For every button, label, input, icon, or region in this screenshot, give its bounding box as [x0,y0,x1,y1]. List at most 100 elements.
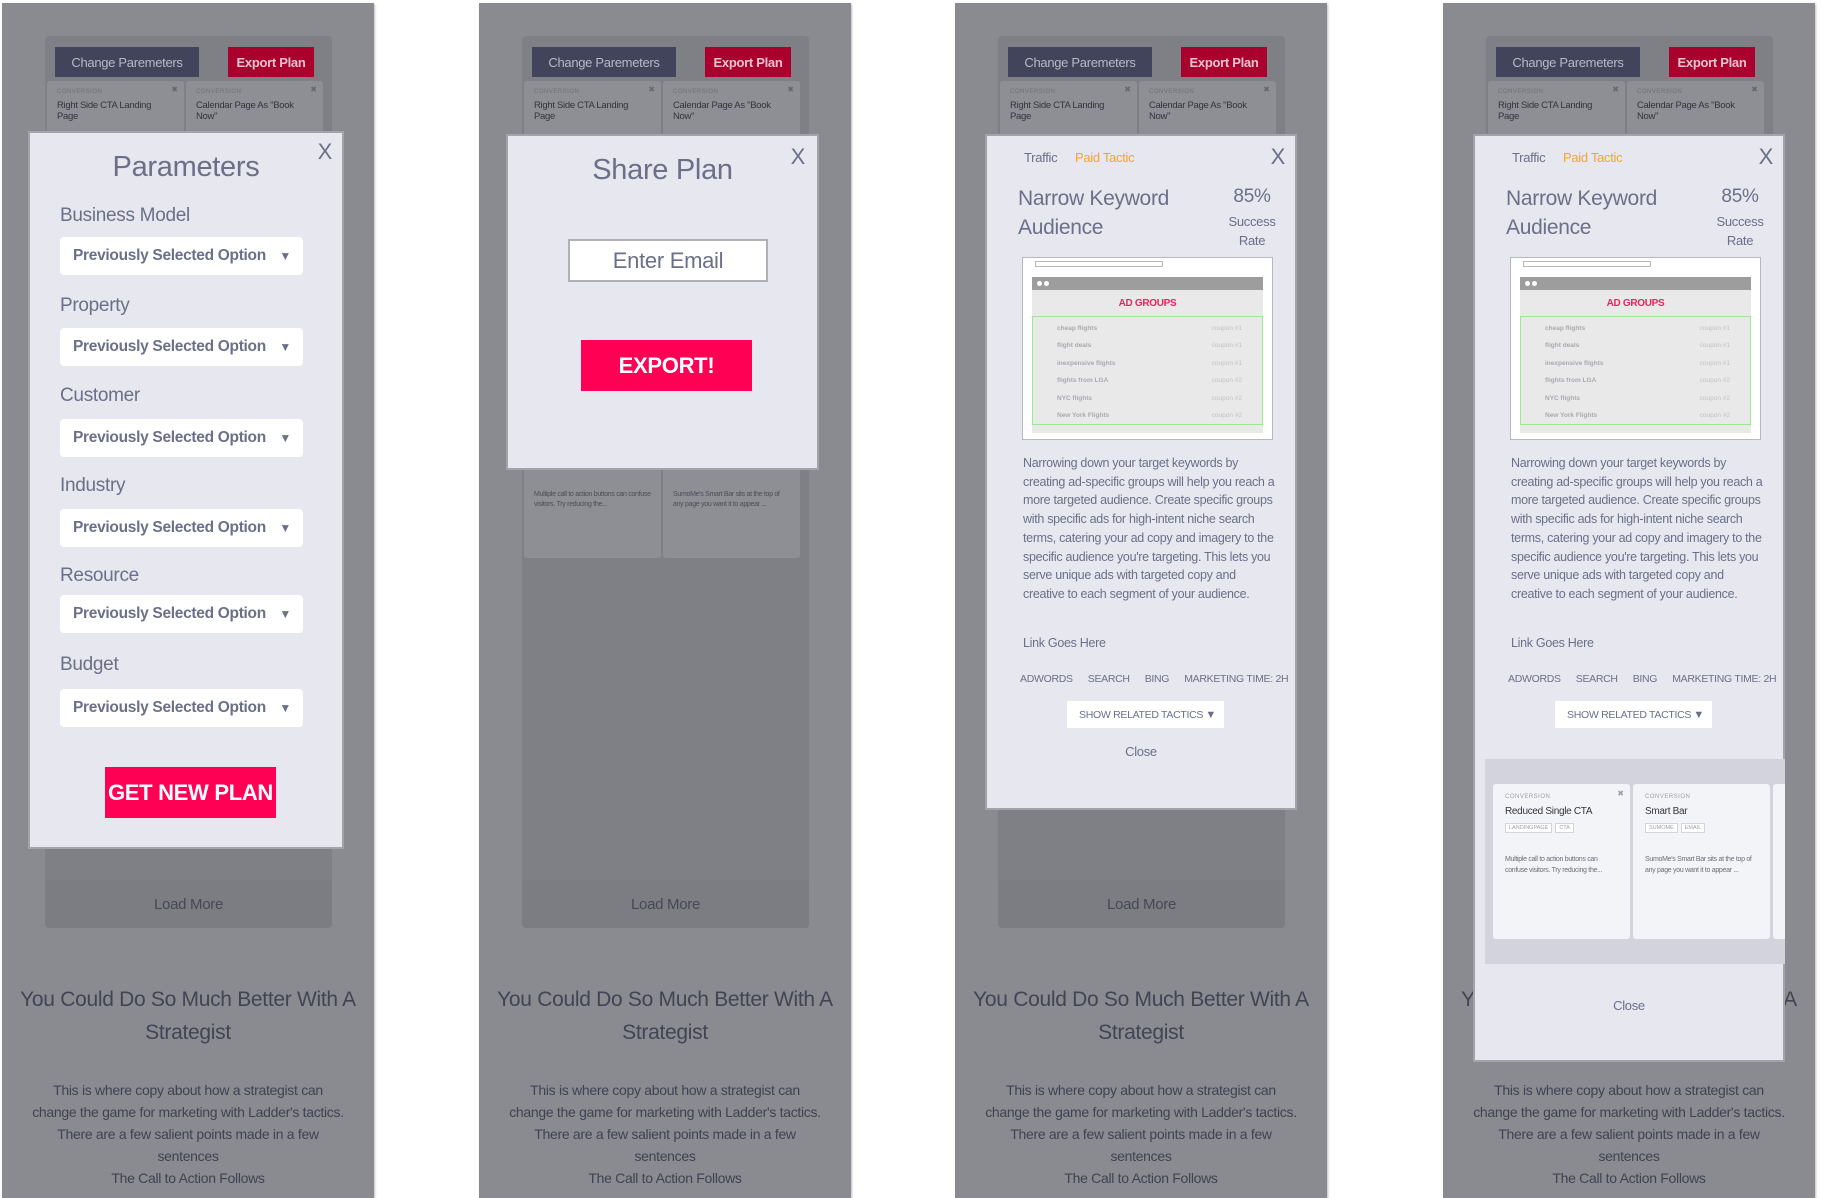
select-budget[interactable]: Previously Selected Option ▼ [60,689,303,727]
select-property[interactable]: Previously Selected Option ▼ [60,328,303,366]
tactic-description: Narrowing down your target keywords by c… [1023,456,1275,601]
ad-coupon: coupon #1 [1211,325,1242,332]
ad-keyword: inexpensive flights [1545,359,1604,367]
card-description: Multiple call to action buttons can conf… [1505,856,1603,874]
remove-icon[interactable]: ✖ [171,85,178,94]
browser-window: AD GROUPS cheap flights coupon #1 flight… [1032,277,1263,433]
close-icon[interactable]: X [1759,144,1774,170]
tactic-card[interactable]: ✖ CONVERSION Calendar Page As "Book Now" [1627,81,1764,141]
body-line: There are a few salient points made in a… [1498,1126,1760,1164]
ad-keyword: New York Flights [1057,412,1110,419]
ad-keyword: inexpensive flights [1057,359,1116,367]
get-new-plan-button[interactable]: GET NEW PLAN [105,767,276,818]
body-line: The Call to Action Follows [1064,1170,1218,1186]
breadcrumb-traffic[interactable]: Traffic [1512,150,1546,165]
ad-coupon: coupon #2 [1699,377,1730,385]
ad-group-row: New York Flights coupon #2 [1545,412,1730,419]
tactic-card[interactable]: ✖ CONVERSION Right Side CTA Landing Page [1488,81,1625,141]
remove-icon[interactable]: ✖ [648,85,655,94]
ad-group-row: inexpensive flights coupon #1 [1057,360,1242,367]
breadcrumb-paid-tactic[interactable]: Paid Tactic [1563,150,1623,165]
select-resource[interactable]: Previously Selected Option ▼ [60,595,303,633]
body-line: This is where copy about how a strategis… [509,1082,821,1120]
field-label: Business Model [60,205,190,226]
email-input[interactable] [568,239,768,282]
load-more-button[interactable]: Load More [998,880,1285,928]
export-button[interactable]: EXPORT! [581,340,752,391]
tactic-card[interactable]: ✖ CONVERSION Right Side CTA Landing Page [524,81,661,141]
close-icon[interactable]: X [791,144,806,170]
card-category: CONVERSION [1637,89,1683,95]
remove-icon[interactable]: ✖ [787,85,794,94]
change-parameters-button[interactable]: Change Paremeters [1008,47,1152,77]
load-more-button[interactable]: Load More [45,880,332,928]
show-related-tactics-dropdown[interactable]: SHOW RELATED TACTICS ▼ [1067,701,1224,728]
card-title: Reduced Single CTA [1505,806,1593,817]
remove-icon[interactable]: ✖ [1124,85,1131,94]
close-button[interactable]: Close [987,744,1295,759]
chevron-down-icon: ▼ [279,701,291,715]
success-rate-value: 85% [1233,186,1271,207]
export-plan-button[interactable]: Export Plan [1181,47,1267,77]
ad-keyword: flight deals [1545,342,1580,350]
related-tactics-carousel[interactable]: ✖ CONVERSION Reduced Single CTA LANDINGP… [1485,759,1785,964]
ad-group-row: New York Flights coupon #2 [1057,412,1242,419]
ad-coupon: coupon #1 [1699,342,1730,350]
show-related-tactics-dropdown[interactable]: SHOW RELATED TACTICS ▼ [1555,701,1712,728]
change-parameters-button[interactable]: Change Paremeters [532,47,676,77]
card-category: CONVERSION [1010,89,1056,95]
change-parameters-button[interactable]: Change Paremeters [1496,47,1640,77]
select-industry[interactable]: Previously Selected Option ▼ [60,509,303,547]
select-business-model[interactable]: Previously Selected Option ▼ [60,237,303,275]
body-line: This is where copy about how a strategis… [1473,1082,1785,1120]
export-plan-button[interactable]: Export Plan [705,47,791,77]
change-parameters-button[interactable]: Change Paremeters [55,47,199,77]
body-line: This is where copy about how a strategis… [985,1082,1297,1120]
related-tactic-card[interactable]: CONVERSION Reduced Single CTA LANDINGPAG… [1773,784,1785,939]
close-button[interactable]: Close [1475,998,1783,1013]
share-plan-modal: Share Plan X EXPORT! [506,134,819,470]
remove-icon[interactable]: ✖ [1751,85,1758,94]
close-icon[interactable]: X [1271,144,1286,170]
export-plan-button[interactable]: Export Plan [1669,47,1755,77]
select-value: Previously Selected Option [73,519,266,536]
chevron-down-icon: ▼ [279,521,291,535]
tactic-title: Narrow Keyword Audience [1018,187,1170,239]
close-icon[interactable]: X [318,139,333,165]
related-tactic-card[interactable]: CONVERSION Smart Bar SUMOME EMAIL SumoMe'… [1633,784,1770,939]
strategist-headline: You Could Do So Much Better With A Strat… [20,988,356,1044]
export-plan-button[interactable]: Export Plan [228,47,314,77]
ad-group-row: flights from LGA coupon #2 [1057,377,1242,384]
chevron-down-icon: ▼ [279,607,291,621]
remove-icon[interactable]: ✖ [1612,85,1619,94]
load-more-button[interactable]: Load More [522,880,809,928]
tactic-detail-modal: Traffic Paid Tactic X Narrow Keyword Aud… [985,134,1297,810]
success-rate-value: 85% [1721,186,1759,207]
card-tag: CTA [1555,823,1574,833]
tactic-card[interactable]: ✖ CONVERSION Right Side CTA Landing Page [1000,81,1137,141]
tactic-card[interactable]: ✖ CONVERSION Calendar Page As "Book Now" [663,81,800,141]
card-category: CONVERSION [1645,794,1691,800]
breadcrumb-traffic[interactable]: Traffic [1024,150,1058,165]
card-category: CONVERSION [196,89,242,95]
ad-coupon: coupon #1 [1211,342,1242,350]
tactic-link[interactable]: Link Goes Here [1023,636,1106,650]
tactic-card[interactable]: ✖ CONVERSION Calendar Page As "Book Now" [1139,81,1276,141]
tactic-tag: SEARCH [1575,673,1618,685]
remove-icon[interactable]: ✖ [310,85,317,94]
ad-group-row: flights from LGA coupon #2 [1545,377,1730,384]
card-description: SumoMe's Smart Bar sits at the top of an… [1645,856,1752,874]
breadcrumb-paid-tactic[interactable]: Paid Tactic [1075,150,1135,165]
field-label: Property [60,295,130,316]
remove-icon[interactable]: ✖ [1263,85,1270,94]
tactic-tag: MARKETING TIME: 2H [1672,673,1777,685]
ad-coupon: coupon #2 [1699,394,1730,402]
remove-icon[interactable]: ✖ [1617,789,1624,798]
tactic-link[interactable]: Link Goes Here [1511,636,1594,650]
related-tactic-card[interactable]: ✖ CONVERSION Reduced Single CTA LANDINGP… [1493,784,1630,939]
select-customer[interactable]: Previously Selected Option ▼ [60,419,303,457]
window-titlebar [1520,277,1751,290]
card-category: CONVERSION [673,89,719,95]
ad-group-row: inexpensive flights coupon #1 [1545,360,1730,367]
tactic-tags: ADWORDS SEARCH BING MARKETING TIME: 2H [1020,673,1289,685]
